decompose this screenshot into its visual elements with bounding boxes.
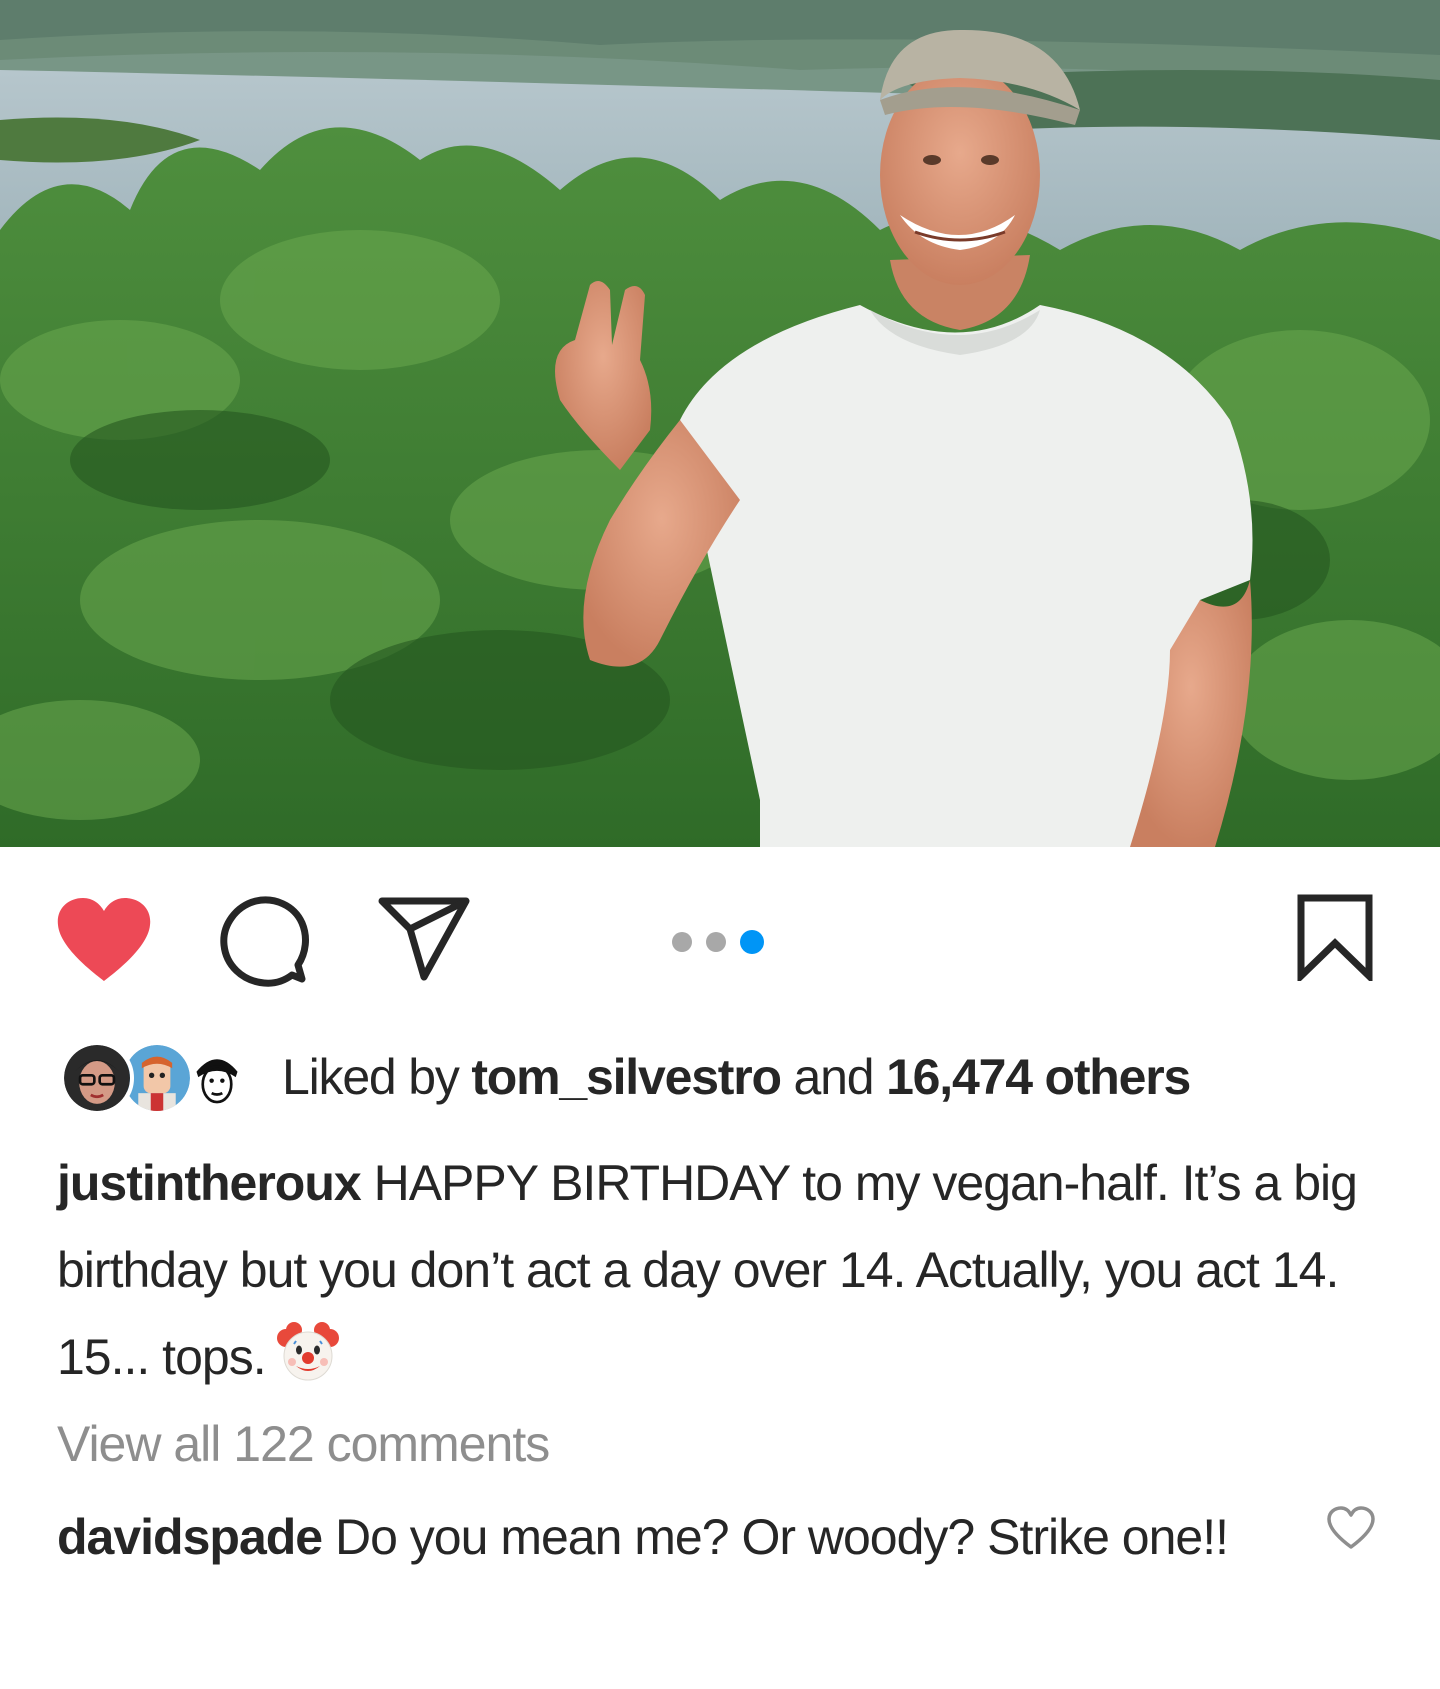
- save-button[interactable]: [1296, 893, 1374, 985]
- comment-username[interactable]: davidspade: [57, 1509, 323, 1565]
- liker-username[interactable]: tom_silvestro: [471, 1049, 782, 1105]
- view-all-comments-link[interactable]: View all 122 comments: [57, 1415, 550, 1473]
- share-button[interactable]: [378, 897, 470, 981]
- heart-outline-icon: [1327, 1506, 1375, 1549]
- carousel-dot: [672, 932, 692, 952]
- post-photo[interactable]: [0, 0, 1440, 847]
- post-caption: justintheroux HAPPY BIRTHDAY to my vegan…: [57, 1140, 1387, 1401]
- clown-face-emoji: [276, 1320, 340, 1384]
- carousel-indicator: [672, 930, 764, 954]
- comment-item: davidspade Do you mean me? Or woody? Str…: [57, 1494, 1297, 1581]
- comment-text: Do you mean me? Or woody? Strike one!!: [322, 1509, 1229, 1565]
- post-action-bar: [0, 847, 1440, 1017]
- post-image: [0, 0, 1440, 847]
- likes-summary[interactable]: Liked by tom_silvestro and 16,474 others: [60, 1035, 1191, 1119]
- comment-like-button[interactable]: [1326, 1505, 1376, 1551]
- comment-bubble-icon: [220, 896, 309, 987]
- heart-filled-icon: [57, 898, 151, 981]
- caption-username[interactable]: justintheroux: [57, 1155, 362, 1211]
- carousel-dot: [706, 932, 726, 952]
- avatar[interactable]: [60, 1041, 134, 1115]
- comment-button[interactable]: [218, 895, 310, 987]
- likes-others-count[interactable]: 16,474 others: [886, 1049, 1191, 1105]
- likes-middle: and: [780, 1049, 887, 1105]
- likes-text: Liked by tom_silvestro and 16,474 others: [282, 1048, 1191, 1106]
- likes-prefix: Liked by: [282, 1049, 472, 1105]
- liker-avatars: [60, 1037, 256, 1117]
- like-button[interactable]: [56, 897, 152, 983]
- carousel-dot-active: [740, 930, 764, 954]
- paper-plane-icon: [378, 897, 470, 981]
- bookmark-icon: [1297, 894, 1373, 985]
